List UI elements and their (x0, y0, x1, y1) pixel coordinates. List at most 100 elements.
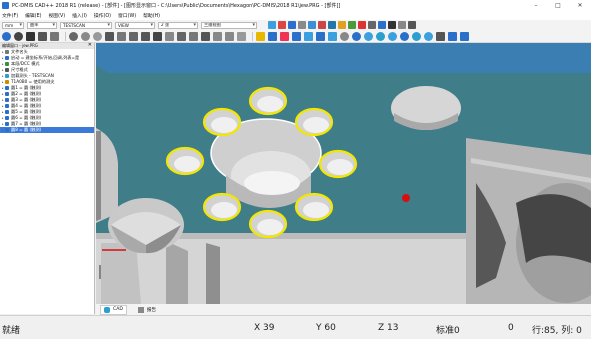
probe-move-icon[interactable] (93, 31, 102, 41)
status-row-col: 行:85, 列: 0 (532, 326, 582, 336)
paste-icon[interactable] (177, 31, 186, 41)
probe-select[interactable]: TESTSCAN (60, 21, 112, 29)
view-back-icon[interactable] (400, 31, 409, 41)
plane-icon[interactable] (288, 21, 296, 29)
view-front-icon[interactable] (268, 31, 277, 41)
view-right-icon[interactable] (424, 31, 433, 41)
alignment-select[interactable]: 2 坐 (158, 21, 198, 29)
status-z: Z 13 (378, 323, 399, 333)
view-bottom-icon[interactable] (388, 31, 397, 41)
view-select[interactable]: VIEW (115, 21, 155, 29)
target-icon[interactable] (340, 31, 349, 41)
graph-icon[interactable] (256, 31, 265, 41)
menu-help[interactable]: 帮助(H) (143, 12, 160, 19)
slot-icon[interactable] (338, 21, 346, 29)
menu-file[interactable]: 文件(F) (2, 12, 18, 19)
dimension-icon[interactable] (358, 21, 366, 29)
minimize-button[interactable]: – (525, 0, 547, 11)
status-ready: 就绪 (2, 326, 21, 336)
render-icon[interactable] (448, 31, 457, 41)
cone-icon[interactable] (318, 21, 326, 29)
status-standard: 标准0 (436, 326, 460, 336)
line-icon[interactable] (278, 21, 286, 29)
edit-window-header: 编辑窗口 - jew.PRG ✕ (0, 42, 94, 49)
tab-cad-label: CAD (113, 307, 123, 312)
view-iso-icon[interactable] (352, 31, 361, 41)
workplane-select[interactable]: 三维视图 (201, 21, 257, 29)
report-tab-icon (137, 306, 144, 313)
menu-edit[interactable]: 编辑(E) (25, 12, 41, 19)
cylinder-icon[interactable] (308, 21, 316, 29)
cad-model[interactable] (96, 43, 591, 304)
circle-icon[interactable] (298, 21, 306, 29)
close-button[interactable]: ✕ (569, 0, 591, 11)
feature-icon (5, 110, 9, 114)
construct-icon[interactable] (348, 21, 356, 29)
tab-report[interactable]: 报告 (135, 306, 159, 314)
point-icon[interactable] (268, 21, 276, 29)
report-icon[interactable] (368, 21, 376, 29)
checkmark-icon[interactable] (26, 31, 35, 41)
status-x: X 39 (254, 323, 275, 333)
pencil-icon[interactable] (38, 31, 47, 41)
sphere-icon[interactable] (328, 21, 336, 29)
view-top-icon[interactable] (364, 31, 373, 41)
properties-icon[interactable] (189, 31, 198, 41)
redo-icon[interactable] (225, 31, 234, 41)
menu-operation[interactable]: 操作(O) (94, 12, 111, 19)
stats-icon[interactable] (378, 21, 386, 29)
pan-icon[interactable] (328, 31, 337, 41)
settings-icon[interactable] (201, 31, 210, 41)
cad-viewport[interactable] (96, 43, 591, 304)
feature-icon (5, 98, 9, 102)
execute-icon[interactable] (2, 31, 11, 41)
save-icon[interactable] (105, 31, 114, 41)
hole-bottom (303, 202, 329, 218)
fit-icon[interactable] (292, 31, 301, 41)
probe-rotate-icon[interactable] (81, 31, 90, 41)
feature-icon (5, 104, 9, 108)
toolbar-settings: mm 曲率 TESTSCAN VIEW 2 坐 三维视图 (0, 20, 591, 30)
view-side-icon[interactable] (376, 31, 385, 41)
probe-sphere-icon[interactable] (69, 31, 78, 41)
tab-report-label: 报告 (146, 307, 157, 313)
refresh-icon[interactable] (237, 31, 246, 41)
view-tabs: CAD 报告 (96, 304, 591, 315)
window-controls: – □ ✕ (525, 0, 591, 11)
menu-view[interactable]: 视图(V) (48, 12, 65, 19)
cut-icon[interactable] (153, 31, 162, 41)
table-icon[interactable] (141, 31, 150, 41)
maximize-button[interactable]: □ (547, 0, 569, 11)
feature-icon (5, 68, 9, 72)
menu-window[interactable]: 窗口(W) (118, 12, 136, 19)
grid-icon[interactable] (398, 21, 406, 29)
layout-icon[interactable] (408, 21, 416, 29)
rotate-view-icon[interactable] (316, 31, 325, 41)
sun-icon[interactable] (436, 31, 445, 41)
copy-icon[interactable] (165, 31, 174, 41)
print-icon[interactable] (50, 31, 59, 41)
feature-icon (5, 80, 9, 84)
hole-bottom (303, 117, 329, 133)
edit-window: 编辑窗口 - jew.PRG ✕ ▸ 文件名头 ▸ 启动 = 建坐标系/开始,回调,列… (0, 42, 95, 314)
title-bar: PC-DMIS CAD++ 2018 R1 (release) - [部件] -… (0, 0, 591, 11)
probe-hit-marker (402, 194, 410, 202)
layers-icon[interactable] (460, 31, 469, 41)
pcdmis-app-icon (2, 2, 9, 9)
cube-icon (104, 306, 110, 313)
units-select[interactable]: mm (2, 21, 24, 29)
open-icon[interactable] (117, 31, 126, 41)
edit-window-close-icon[interactable]: ✕ (88, 42, 92, 48)
mode-select[interactable]: 曲率 (27, 21, 57, 29)
check-icon[interactable] (388, 21, 396, 29)
print-preview-icon[interactable] (129, 31, 138, 41)
stop-icon[interactable] (14, 31, 23, 41)
feature-icon (5, 74, 9, 78)
view-left-icon[interactable] (412, 31, 421, 41)
zoom-icon[interactable] (304, 31, 313, 41)
translate-icon[interactable] (280, 31, 289, 41)
tab-cad[interactable]: CAD (100, 304, 127, 315)
tree-item[interactable]: ▸ 圆8 = 圆 (触测) (0, 127, 94, 133)
menu-insert[interactable]: 插入(I) (72, 12, 87, 19)
undo-icon[interactable] (213, 31, 222, 41)
